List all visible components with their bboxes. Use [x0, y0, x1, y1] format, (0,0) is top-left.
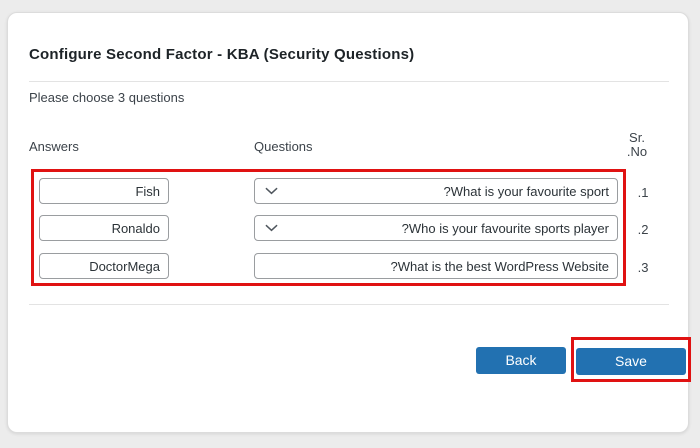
question-input-3-value: What is the best WordPress Website? [390, 258, 609, 274]
instruction-text: Please choose 3 questions [29, 90, 185, 105]
page-title: Configure Second Factor - KBA (Security … [29, 46, 415, 63]
sr-number-3: 3. [637, 260, 649, 275]
question-select-2-value: Who is your favourite sports player? [401, 220, 609, 236]
rows-annotation-box: What is your favourite sport? Who is you… [31, 169, 626, 286]
sr-number-2: 2. [637, 222, 649, 237]
answer-input-3[interactable] [39, 253, 169, 279]
answer-input-1[interactable] [39, 178, 169, 204]
question-input-3[interactable]: What is the best WordPress Website? [254, 253, 618, 279]
sr-number-1: 1. [637, 185, 649, 200]
save-button[interactable]: Save [576, 348, 686, 375]
answer-input-2[interactable] [39, 215, 169, 241]
title-divider [29, 81, 669, 82]
srno-column-header: Sr. No. [626, 130, 648, 159]
footer-divider [29, 304, 669, 305]
back-button[interactable]: Back [476, 347, 566, 374]
question-select-1[interactable]: What is your favourite sport? [254, 178, 618, 204]
question-select-1-value: What is your favourite sport? [443, 183, 609, 199]
chevron-down-icon [265, 187, 278, 195]
chevron-down-icon [265, 224, 278, 232]
questions-column-header: Questions [254, 139, 313, 154]
page-background: Configure Second Factor - KBA (Security … [0, 0, 700, 448]
question-select-2[interactable]: Who is your favourite sports player? [254, 215, 618, 241]
kba-config-card: Configure Second Factor - KBA (Security … [7, 12, 691, 433]
answers-column-header: Answers [29, 139, 79, 154]
